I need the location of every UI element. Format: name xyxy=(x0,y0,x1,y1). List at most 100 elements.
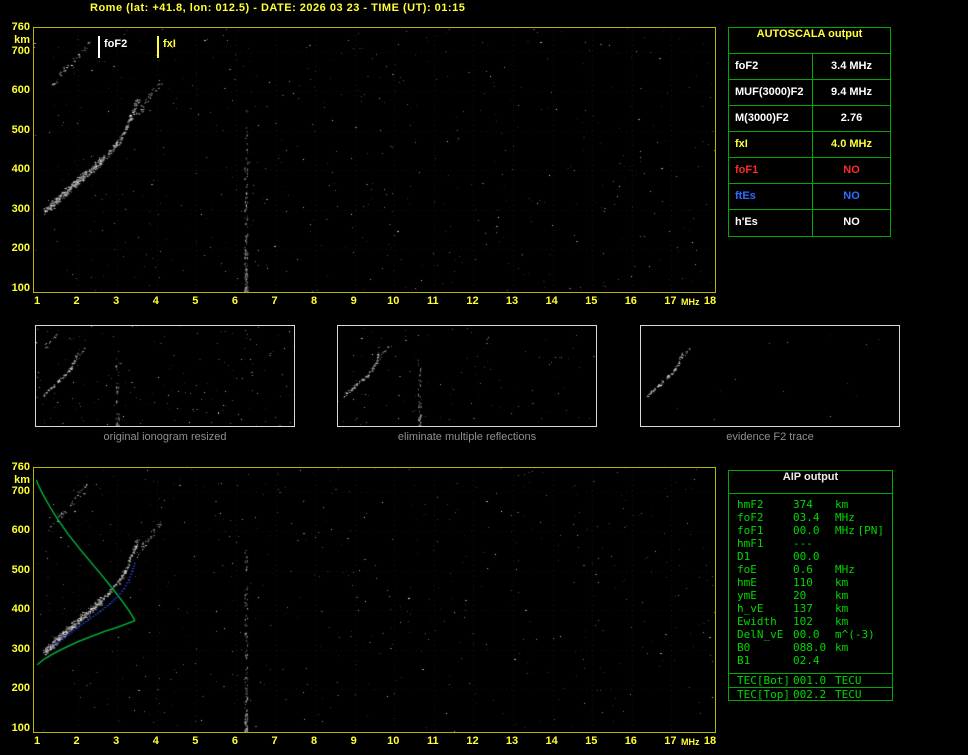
aip-row-DelN_vE: DelN_vE 00.0 m^(-3) xyxy=(737,628,888,641)
x-axis-label: 1 xyxy=(33,735,41,747)
aip-row-B0: B0 088.0 km xyxy=(737,641,888,654)
thumbnail-canvas-original xyxy=(36,326,294,426)
foF2-marker-line xyxy=(98,36,100,58)
aip-tec-name: TEC[Top] xyxy=(737,688,790,701)
aip-param-unit: MHz xyxy=(835,511,855,524)
x-axis-label: 10 xyxy=(387,295,400,307)
aip-param-name: D1 xyxy=(737,550,751,563)
aip-param-unit: MHz xyxy=(835,524,855,537)
aip-param-value: 02.4 xyxy=(793,654,820,667)
x-axis-label: 12 xyxy=(466,735,479,747)
aip-param-unit: km xyxy=(835,589,849,602)
ionogram-plot-fitted xyxy=(33,467,716,733)
y-axis-label: 700 xyxy=(11,44,30,57)
autoscala-row-ftEs: ftEs NO xyxy=(729,184,890,210)
y-axis-label: 600 xyxy=(11,524,30,537)
x-axis-label: 11 xyxy=(427,295,439,307)
aip-row-foE: foE 0.6 MHz xyxy=(737,563,888,576)
aip-tec-unit: TECU xyxy=(835,688,862,701)
station-date-title: Rome (lat: +41.8, lon: 012.5) - DATE: 20… xyxy=(90,2,466,14)
aip-param-value: 00.0 xyxy=(793,628,820,641)
autoscala-row-fxI: fxI 4.0 MHz xyxy=(729,132,890,158)
aip-output-table: AIP output hmF2 374 km foF2 03.4 MHz foF1 00.0 M… xyxy=(728,470,893,701)
autoscala-param-label: h'Es xyxy=(729,210,813,236)
foF2-marker-label: foF2 xyxy=(104,38,128,50)
x-axis-label: 18 xyxy=(703,295,717,307)
x-axis-label: 6 xyxy=(231,295,238,307)
aip-param-name: hmE xyxy=(737,576,757,589)
x-axis-label: 9 xyxy=(350,735,357,747)
autoscala-row-foF2: foF2 3.4 MHz xyxy=(729,54,890,80)
aip-param-name: hmF1 xyxy=(737,537,764,550)
aip-param-unit: MHz xyxy=(835,563,855,576)
x-axis-label: 15 xyxy=(585,735,598,747)
aip-param-value: 102 xyxy=(793,615,813,628)
autoscala-param-label: ftEs xyxy=(729,184,813,209)
x-axis-label: 13 xyxy=(505,735,519,747)
aip-param-value: 00.0 xyxy=(793,524,820,537)
autoscala-row-h'Es: h'Es NO xyxy=(729,210,890,236)
autoscala-param-label: foF1 xyxy=(729,158,813,183)
x-axis-label: 2 xyxy=(73,295,80,307)
aip-param-name: foE xyxy=(737,563,757,576)
aip-row-hmE: hmE 110 km xyxy=(737,576,888,589)
aip-param-value: --- xyxy=(793,537,813,550)
y-axis-label: 200 xyxy=(11,682,30,695)
thumbnail-canvas-reflections xyxy=(338,326,596,426)
aip-tec-row-TEC[Top]: TEC[Top] 002.2 TECU xyxy=(729,687,892,701)
y-axis-label: 400 xyxy=(11,163,30,176)
autoscala-output-rows: foF2 3.4 MHz MUF(3000)F2 9.4 MHz M(3000)F2 2.… xyxy=(729,54,890,236)
y-axis-label: 760 xyxy=(11,461,30,473)
autoscala-row-M(3000)F2: M(3000)F2 2.76 xyxy=(729,106,890,132)
thumbnail-multiple-reflections-removed xyxy=(337,325,597,427)
thumbnail-original-ionogram xyxy=(35,325,295,427)
autoscala-row-MUF(3000)F2: MUF(3000)F2 9.4 MHz xyxy=(729,80,890,106)
y-axis-label: 300 xyxy=(11,202,30,215)
autoscala-param-value: 4.0 MHz xyxy=(831,138,872,150)
autoscala-output-title: AUTOSCALA output xyxy=(729,28,890,54)
ionogram-plot-main: foF2 fxI xyxy=(33,27,716,293)
autoscala-param-value: NO xyxy=(843,164,860,176)
aip-param-value: 110 xyxy=(793,576,813,589)
x-axis-label: 5 xyxy=(192,735,199,747)
aip-param-name: ymE xyxy=(737,589,757,602)
aip-param-value: 00.0 xyxy=(793,550,820,563)
y-axis-label: 400 xyxy=(11,603,30,616)
thumbnail-caption-reflections: eliminate multiple reflections xyxy=(397,431,537,443)
autoscala-param-value: NO xyxy=(843,190,860,202)
aip-param-unit: m^(-3) xyxy=(835,628,875,641)
x-axis-label: 9 xyxy=(350,295,357,307)
x-axis-label: 4 xyxy=(152,295,159,307)
aip-output-title: AIP output xyxy=(729,471,892,494)
x-axis-label: 6 xyxy=(231,735,238,747)
y-axis-unit-label: km xyxy=(14,34,30,46)
autoscala-param-value: 2.76 xyxy=(840,112,863,124)
aip-param-unit: km xyxy=(835,498,849,511)
aip-row-h_vE: h_vE 137 km xyxy=(737,602,888,615)
x-axis-label: 17 xyxy=(664,735,677,747)
y-axis-label: 700 xyxy=(11,484,30,497)
x-axis-unit-label: MHz xyxy=(680,297,700,307)
aip-param-name: Ewidth xyxy=(737,615,777,628)
aip-param-value: 137 xyxy=(793,602,813,615)
aip-param-name: foF1 xyxy=(737,524,764,537)
autoscala-param-label: M(3000)F2 xyxy=(729,106,813,131)
x-axis-label: 16 xyxy=(624,735,637,747)
aip-tec-value: 002.2 xyxy=(793,688,827,701)
aip-tec-name: TEC[Bot] xyxy=(737,674,790,687)
aip-param-value: 374 xyxy=(793,498,813,511)
x-axis-label: 3 xyxy=(113,295,120,307)
autoscala-param-label: foF2 xyxy=(729,54,813,79)
aip-row-hmF2: hmF2 374 km xyxy=(737,498,888,511)
aip-param-name: foF2 xyxy=(737,511,764,524)
autoscala-param-value: 3.4 MHz xyxy=(831,60,872,72)
autoscala-param-label: fxI xyxy=(729,132,813,157)
x-axis-label: 2 xyxy=(73,735,80,747)
thumbnail-f2-trace-evidence xyxy=(640,325,900,427)
aip-param-name: B0 xyxy=(737,641,751,654)
aip-param-name: B1 xyxy=(737,654,751,667)
y-axis-label: 100 xyxy=(11,721,30,734)
autoscala-param-value: 9.4 MHz xyxy=(831,86,872,98)
x-axis-unit-label: MHz xyxy=(680,737,700,747)
y-axis-label: 300 xyxy=(11,642,30,655)
